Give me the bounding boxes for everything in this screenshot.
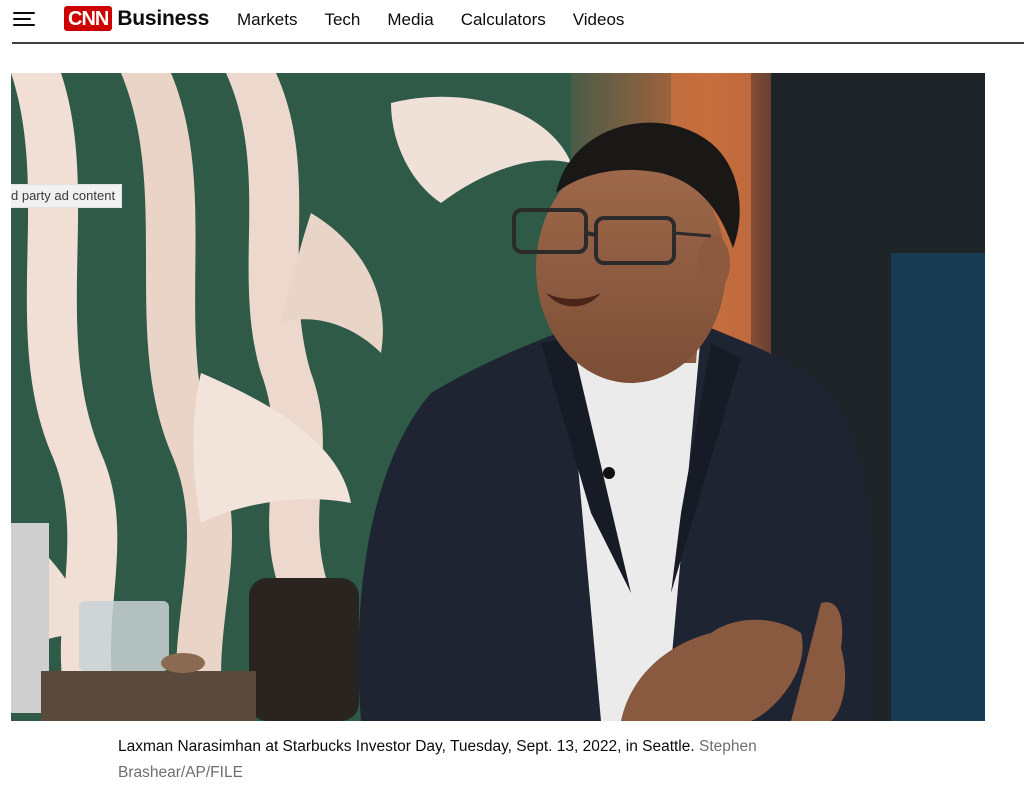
nav-link-calculators[interactable]: Calculators bbox=[461, 9, 546, 31]
logo-section-name: Business bbox=[117, 6, 210, 30]
hamburger-menu-icon[interactable] bbox=[13, 10, 35, 28]
site-header: CNN Business Markets Tech Media Calculat… bbox=[0, 0, 1024, 42]
nav-link-tech[interactable]: Tech bbox=[324, 9, 360, 31]
main-nav: Markets Tech Media Calculators Videos bbox=[237, 9, 651, 31]
cnn-business-logo[interactable]: CNN Business bbox=[64, 6, 209, 31]
article-photo: d party ad content bbox=[11, 73, 985, 721]
nav-link-videos[interactable]: Videos bbox=[573, 9, 625, 31]
caption-text: Laxman Narasimhan at Starbucks Investor … bbox=[118, 738, 695, 755]
cnn-logo-mark: CNN bbox=[64, 6, 113, 31]
third-party-ad-label[interactable]: d party ad content bbox=[11, 184, 123, 208]
nav-link-media[interactable]: Media bbox=[387, 9, 433, 31]
photo-illustration bbox=[11, 73, 985, 721]
header-divider bbox=[12, 42, 1024, 44]
nav-link-markets[interactable]: Markets bbox=[237, 9, 297, 31]
photo-caption: Laxman Narasimhan at Starbucks Investor … bbox=[118, 734, 818, 786]
